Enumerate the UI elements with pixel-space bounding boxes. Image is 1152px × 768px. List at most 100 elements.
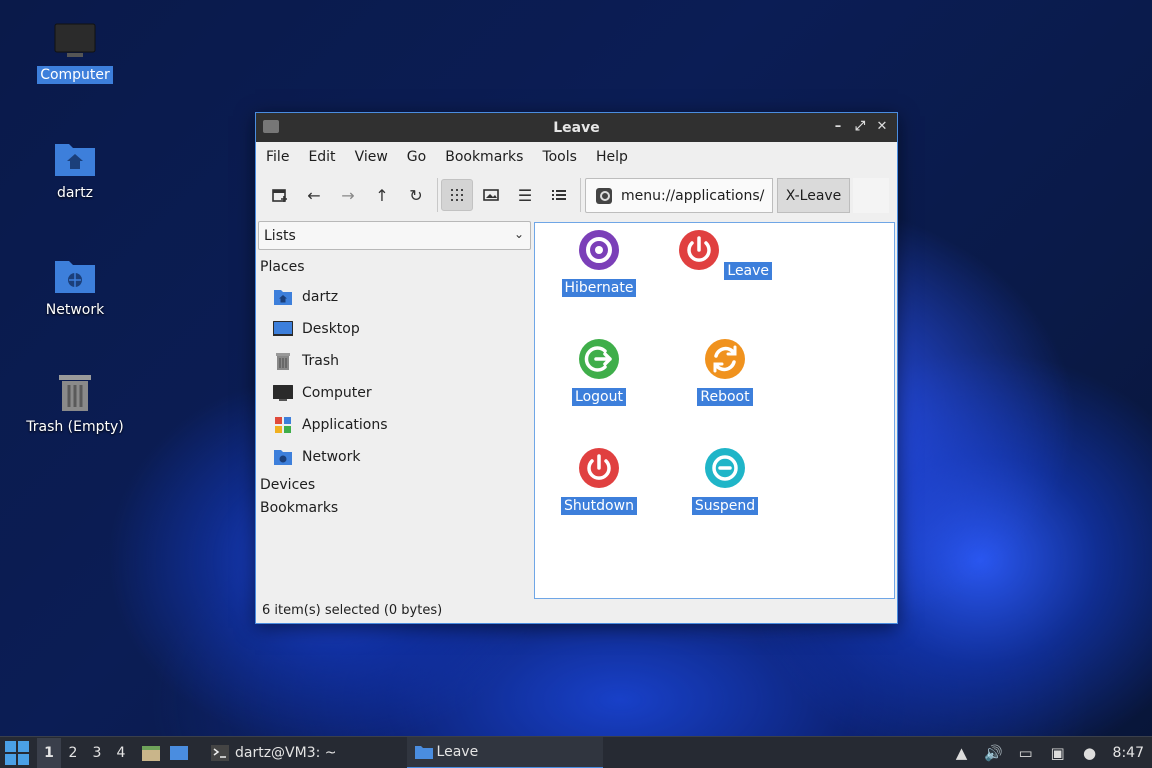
menu-file[interactable]: File bbox=[260, 149, 302, 165]
task-label: dartz@VM3: ~ bbox=[235, 744, 337, 761]
taskbar: 1 2 3 4 dartz@VM3: ~ Leave ▲ 🔊 ▭ ▣ ● 8:4… bbox=[0, 736, 1152, 768]
sidebar-item-label: Applications bbox=[302, 417, 388, 433]
menu-go[interactable]: Go bbox=[401, 149, 439, 165]
workspace-3[interactable]: 3 bbox=[85, 738, 109, 768]
file-item-label: Leave bbox=[724, 262, 773, 280]
icon-view-icon[interactable] bbox=[441, 179, 473, 211]
reboot-icon bbox=[705, 339, 745, 379]
sidebar-item-label: Trash bbox=[302, 353, 339, 369]
terminal-icon bbox=[211, 744, 229, 761]
forward-arrow-icon[interactable]: → bbox=[332, 179, 364, 211]
workspace-2[interactable]: 2 bbox=[61, 738, 85, 768]
workspace-4[interactable]: 4 bbox=[109, 738, 133, 768]
sidebar-item-dartz[interactable]: dartz bbox=[258, 281, 531, 313]
minimize-button[interactable]: – bbox=[831, 119, 845, 134]
sidebar-item-trash[interactable]: Trash bbox=[258, 345, 531, 377]
menu-bar: File Edit View Go Bookmarks Tools Help bbox=[256, 142, 897, 172]
keyboard-icon[interactable]: ▲ bbox=[953, 744, 971, 762]
suspend-icon bbox=[705, 448, 745, 488]
notification-icon[interactable]: ● bbox=[1081, 744, 1099, 762]
hibernate-icon bbox=[579, 230, 619, 270]
detailed-list-icon[interactable] bbox=[543, 179, 575, 211]
window-title: Leave bbox=[553, 119, 600, 136]
home-folder-icon bbox=[55, 144, 95, 176]
trash-icon bbox=[276, 353, 290, 370]
sidebar-item-desktop[interactable]: Desktop bbox=[258, 313, 531, 345]
toolbar: ← → ↑ ↻ ☰ menu://applications/ X-Leave bbox=[256, 172, 897, 218]
monitor-icon bbox=[273, 385, 293, 401]
up-arrow-icon[interactable]: ↑ bbox=[366, 179, 398, 211]
bookmarks-heading[interactable]: Bookmarks bbox=[258, 496, 531, 519]
maximize-button[interactable]: ⤢ bbox=[853, 119, 867, 134]
file-item-reboot[interactable]: Reboot bbox=[675, 338, 775, 406]
network-status-icon[interactable]: ▣ bbox=[1049, 744, 1067, 762]
thumbnail-view-icon[interactable] bbox=[475, 179, 507, 211]
desktop-icon bbox=[273, 321, 293, 336]
file-item-shutdown[interactable]: Shutdown bbox=[549, 447, 649, 515]
clock[interactable]: 8:47 bbox=[1113, 745, 1144, 761]
network-folder-icon bbox=[274, 450, 292, 465]
reload-icon[interactable]: ↻ bbox=[400, 179, 432, 211]
show-desktop-icon[interactable] bbox=[169, 744, 189, 762]
sidebar-mode-select[interactable]: Lists ⌄ bbox=[258, 221, 531, 250]
desktop-icon-home[interactable]: dartz bbox=[10, 138, 140, 202]
file-manager-window: Leave – ⤢ ✕ File Edit View Go Bookmarks … bbox=[255, 112, 898, 624]
file-item-label: Logout bbox=[572, 388, 626, 406]
menu-help[interactable]: Help bbox=[590, 149, 641, 165]
menu-edit[interactable]: Edit bbox=[302, 149, 348, 165]
sidebar-item-applications[interactable]: Applications bbox=[258, 409, 531, 441]
toolbar-separator bbox=[437, 178, 438, 212]
compact-view-icon[interactable]: ☰ bbox=[509, 179, 541, 211]
workspace-1[interactable]: 1 bbox=[37, 737, 61, 768]
menu-tools[interactable]: Tools bbox=[536, 149, 590, 165]
task-terminal[interactable]: dartz@VM3: ~ bbox=[203, 737, 345, 768]
location-icon bbox=[596, 187, 612, 204]
close-button[interactable]: ✕ bbox=[875, 119, 889, 134]
sidebar-item-label: Desktop bbox=[302, 321, 360, 337]
file-item-label: Reboot bbox=[697, 388, 753, 406]
desktop-icon-computer[interactable]: Computer bbox=[10, 22, 140, 84]
folder-icon bbox=[263, 120, 279, 133]
desktop-icon-label: Computer bbox=[37, 66, 113, 84]
new-tab-icon[interactable] bbox=[264, 179, 296, 211]
start-menu-icon[interactable] bbox=[5, 740, 29, 765]
file-view[interactable]: Hibernate Leave Logout Reboot Shutdown S… bbox=[534, 222, 895, 599]
volume-icon[interactable]: 🔊 bbox=[984, 744, 1003, 762]
menu-view[interactable]: View bbox=[349, 149, 401, 165]
file-item-label: Shutdown bbox=[561, 497, 637, 515]
devices-heading[interactable]: Devices bbox=[258, 473, 531, 496]
file-item-suspend[interactable]: Suspend bbox=[675, 447, 775, 515]
desktop-icon-network[interactable]: Network bbox=[10, 255, 140, 319]
sidebar-item-computer[interactable]: Computer bbox=[258, 377, 531, 409]
file-item-hibernate[interactable]: Hibernate bbox=[549, 229, 649, 297]
breadcrumb-area bbox=[853, 178, 889, 213]
window-titlebar[interactable]: Leave – ⤢ ✕ bbox=[256, 113, 897, 142]
trash-icon bbox=[59, 375, 91, 411]
sidebar-item-label: dartz bbox=[302, 289, 339, 305]
chevron-down-icon: ⌄ bbox=[513, 227, 524, 241]
task-label: Leave bbox=[436, 743, 479, 760]
desktop-icon-trash[interactable]: Trash (Empty) bbox=[10, 372, 140, 436]
logout-icon bbox=[579, 339, 619, 379]
sidebar-item-network[interactable]: Network bbox=[258, 441, 531, 473]
file-item-leave[interactable]: Leave bbox=[675, 229, 775, 280]
desktop-icon-label: dartz bbox=[56, 185, 94, 201]
back-arrow-icon[interactable]: ← bbox=[298, 179, 330, 211]
file-item-label: Suspend bbox=[691, 497, 759, 515]
menu-bookmarks[interactable]: Bookmarks bbox=[439, 149, 536, 165]
places-heading: Places bbox=[260, 259, 305, 275]
clipboard-icon[interactable]: ▭ bbox=[1017, 744, 1035, 762]
sidebar-item-label: Network bbox=[302, 449, 361, 465]
sidebar: Lists ⌄ Places dartz Desktop Trash Compu… bbox=[258, 221, 531, 596]
applications-icon bbox=[275, 417, 291, 433]
task-leave[interactable]: Leave bbox=[406, 736, 603, 768]
network-folder-icon bbox=[55, 261, 95, 293]
file-manager-launcher-icon[interactable] bbox=[141, 744, 161, 762]
desktop-icon-label: Network bbox=[45, 302, 105, 318]
path-bar[interactable]: menu://applications/ bbox=[585, 178, 773, 213]
file-item-logout[interactable]: Logout bbox=[549, 338, 649, 406]
power-icon bbox=[678, 230, 719, 270]
monitor-icon bbox=[54, 23, 96, 57]
breadcrumb-button[interactable]: X-Leave bbox=[777, 178, 850, 213]
status-bar: 6 item(s) selected (0 bytes) bbox=[262, 603, 443, 618]
